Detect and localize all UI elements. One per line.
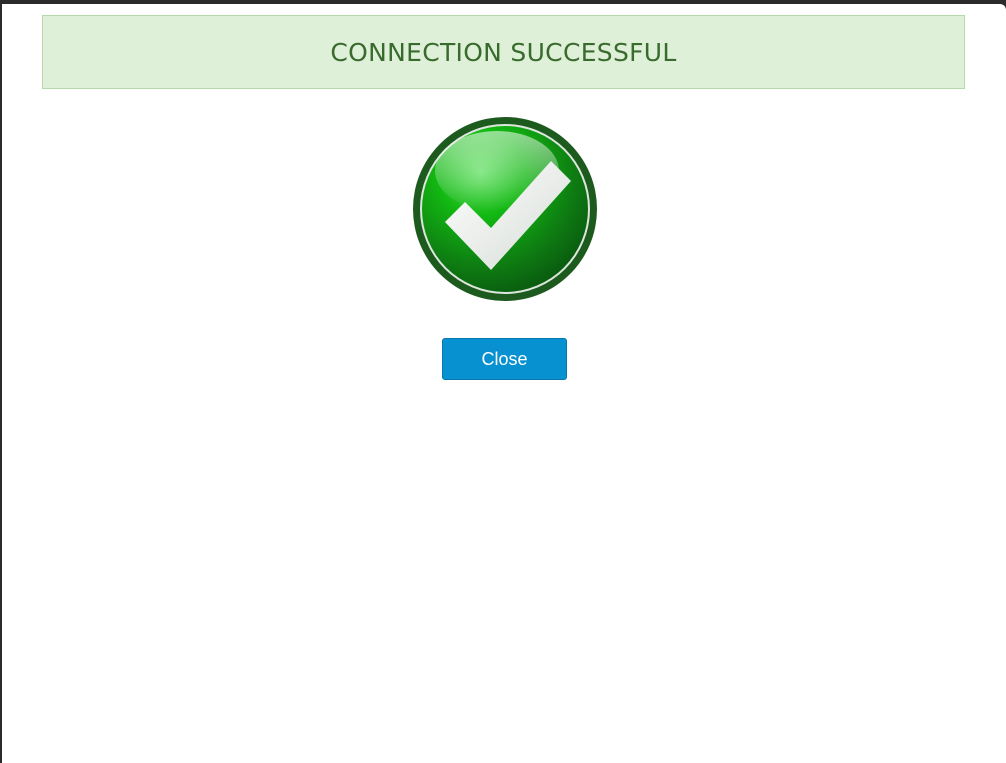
checkmark-circle-icon (411, 115, 599, 303)
dialog-title: CONNECTION SUCCESSFUL (330, 37, 677, 67)
success-banner: CONNECTION SUCCESSFUL (42, 15, 965, 89)
connection-dialog: CONNECTION SUCCESSFUL Close (2, 4, 1006, 763)
close-button[interactable]: Close (442, 338, 567, 380)
